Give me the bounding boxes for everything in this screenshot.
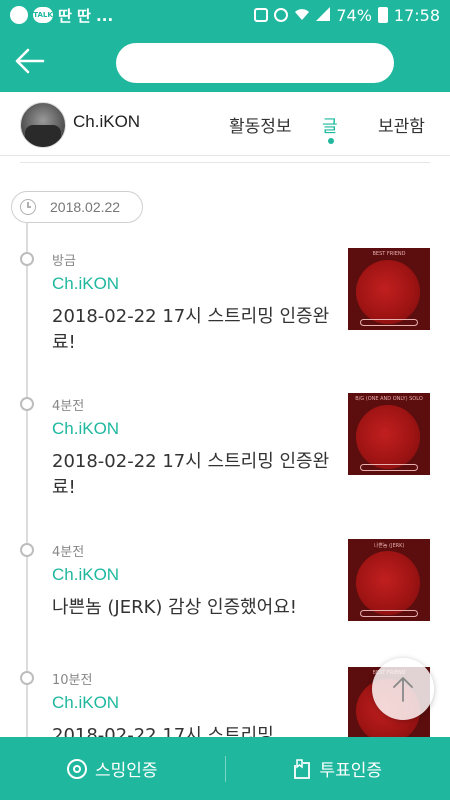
wifi-icon [294, 6, 310, 25]
status-notifications: TALK 딴 딴 ... [10, 5, 254, 26]
post-author[interactable]: Ch.iKON [52, 419, 119, 439]
vote-verify-button[interactable]: 투표인증 [226, 737, 450, 800]
clock-icon [20, 199, 36, 215]
album-art [356, 405, 420, 469]
battery-percent: 74% [336, 5, 372, 25]
post-thumbnail[interactable]: BEST FRIEND [348, 248, 430, 330]
app-bar [0, 30, 450, 92]
post-text: 2018-02-22 17시 스트리밍 인증완료! [52, 451, 330, 498]
post-time: 4분전 [52, 399, 85, 414]
scroll-to-top-button[interactable] [372, 658, 434, 720]
tab-archive[interactable]: 보관함 [378, 112, 425, 137]
tab-posts[interactable]: 글 [322, 112, 338, 137]
divider [20, 162, 430, 163]
post-thumbnail[interactable]: 나쁜놈 (JERK) [348, 539, 430, 621]
timeline-node [20, 252, 34, 266]
post-time: 4분전 [52, 545, 85, 560]
post-author[interactable]: Ch.iKON [52, 274, 119, 294]
channel-name: Ch.iKON [73, 112, 141, 131]
notification-app-text: 딴 딴 ... [58, 6, 114, 25]
post-thumbnail[interactable]: B/G (ONE AND ONLY) SOLO [348, 393, 430, 475]
status-system: 74% 17:58 [254, 6, 440, 25]
album-art [356, 551, 420, 615]
timeline-node [20, 543, 34, 557]
date-text: 2018.02.22 [50, 199, 121, 215]
vote-clipboard-icon [294, 758, 311, 779]
arrow-up-icon [393, 677, 413, 702]
thumbnail-bar [360, 319, 418, 326]
signal-icon [316, 6, 331, 25]
post-author[interactable]: Ch.iKON [52, 693, 119, 713]
notification-app-icon [10, 6, 28, 24]
battery-icon [377, 7, 388, 23]
active-tab-indicator [328, 138, 334, 144]
clock-time: 17:58 [393, 5, 440, 25]
status-bar: TALK 딴 딴 ... 74% 17:58 [0, 0, 450, 30]
thumbnail-caption: 나쁜놈 (JERK) [373, 543, 405, 549]
timeline-post[interactable]: 4분전 Ch.iKON 2018-02-22 17시 스트리밍 인증완료! B/… [0, 393, 450, 523]
post-time: 10분전 [52, 673, 93, 688]
timeline-node [20, 397, 34, 411]
timeline-post[interactable]: 4분전 Ch.iKON 나쁜놈 (JERK) 감상 인증했어요! 나쁜놈 (JE… [0, 539, 450, 669]
post-text: 나쁜놈 (JERK) 감상 인증했어요! [52, 597, 298, 618]
post-text: 2018-02-22 17시 스트리밍 [52, 725, 274, 737]
stream-disc-icon [66, 758, 87, 779]
date-badge: 2018.02.22 [11, 191, 143, 223]
thumbnail-bar [360, 464, 418, 471]
streaming-verify-button[interactable]: 스밍인증 [0, 737, 225, 800]
streaming-verify-label: 스밍인증 [94, 761, 158, 781]
alarm-icon [274, 8, 289, 22]
timeline-node [20, 671, 34, 685]
timeline-content[interactable]: 2018.02.22 방금 Ch.iKON 2018-02-22 17시 스트리… [0, 156, 450, 737]
thumbnail-bar [360, 610, 418, 617]
lock-icon [254, 8, 269, 22]
post-text: 2018-02-22 17시 스트리밍 인증완료! [52, 306, 330, 353]
channel-title-field[interactable] [116, 43, 394, 83]
timeline-post[interactable]: 방금 Ch.iKON 2018-02-22 17시 스트리밍 인증완료! BES… [0, 248, 450, 378]
channel-header: Ch.iKON 활동정보 글 보관함 [0, 92, 450, 156]
vote-verify-label: 투표인증 [319, 761, 383, 781]
thumbnail-caption: B/G (ONE AND ONLY) SOLO [355, 396, 423, 402]
back-button[interactable] [14, 46, 46, 76]
post-time: 방금 [52, 254, 76, 269]
channel-avatar[interactable] [20, 102, 66, 148]
kakaotalk-icon: TALK [33, 7, 53, 23]
album-art [356, 260, 420, 324]
back-arrow-icon [15, 48, 45, 74]
post-author[interactable]: Ch.iKON [52, 565, 119, 585]
thumbnail-caption: BEST FRIEND [372, 251, 406, 257]
tab-activity-info[interactable]: 활동정보 [229, 112, 292, 137]
bottom-action-bar: 스밍인증 투표인증 [0, 737, 450, 800]
